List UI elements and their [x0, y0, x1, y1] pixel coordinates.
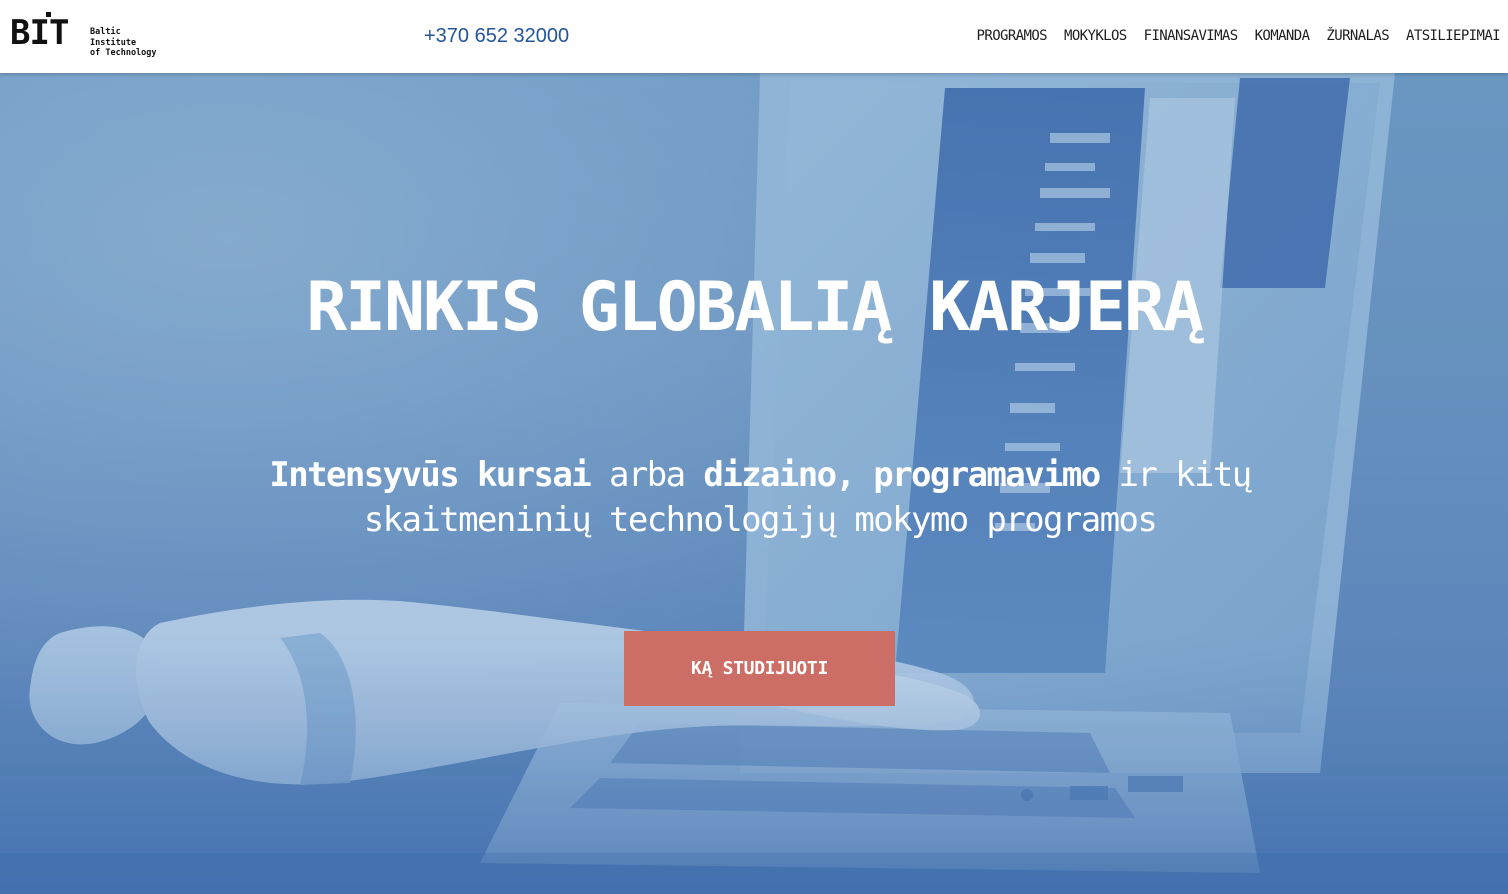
site-header: BIT Baltic Institute of Technology +370 …: [0, 0, 1508, 73]
hero-title: RINKIS GLOBALIĄ KARJERĄ: [306, 268, 1204, 347]
subtitle-bold-intensive: Intensyvūs kursai: [269, 455, 591, 495]
hero-subtitle: Intensyvūs kursai arba dizaino, programa…: [180, 453, 1340, 543]
phone-link[interactable]: +370 652 32000: [424, 24, 569, 48]
logo-line-baltic: Baltic: [90, 27, 121, 37]
subtitle-connector-arba: arba: [590, 455, 704, 495]
nav-item-komanda[interactable]: KOMANDA: [1255, 27, 1310, 45]
bit-logo[interactable]: BIT Baltic Institute of Technology: [10, 12, 170, 60]
nav-item-atsiliepimai[interactable]: ATSILIEPIMAI: [1406, 27, 1501, 45]
nav-item-finansavimas[interactable]: FINANSAVIMAS: [1144, 27, 1239, 45]
nav-item-zurnalas[interactable]: ŽURNALAS: [1326, 27, 1389, 45]
logo-line-technology: of Technology: [90, 48, 157, 58]
logo-dot-accent: [46, 12, 51, 17]
hero-section: RINKIS GLOBALIĄ KARJERĄ Intensyvūs kursa…: [0, 73, 1508, 894]
nav-item-programos[interactable]: PROGRAMOS: [977, 27, 1048, 45]
nav-item-mokyklos[interactable]: MOKYKLOS: [1064, 27, 1127, 45]
logo-mark: BIT: [10, 13, 69, 53]
main-nav: PROGRAMOS MOKYKLOS FINANSAVIMAS KOMANDA …: [977, 27, 1501, 45]
what-to-study-button[interactable]: KĄ STUDIJUOTI: [624, 631, 895, 706]
logo-line-institute: Institute: [90, 37, 137, 48]
logo-text: Baltic Institute of Technology: [90, 27, 170, 59]
subtitle-bold-fields: dizaino, programavimo: [703, 455, 1101, 495]
